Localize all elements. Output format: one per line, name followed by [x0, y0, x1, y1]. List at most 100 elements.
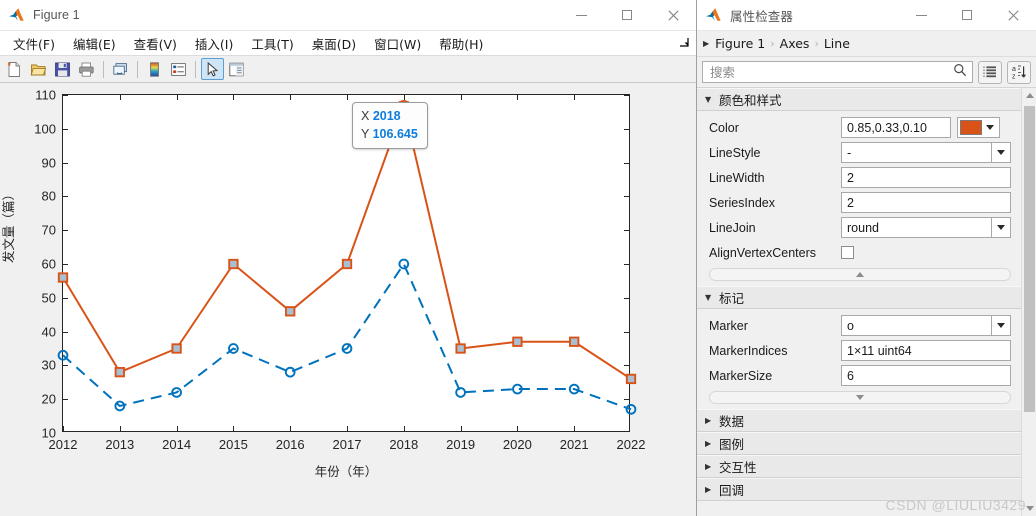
- x-axis-title: 年份（年）: [314, 464, 378, 479]
- menu-view[interactable]: 查看(V): [125, 31, 186, 56]
- figure-maximize-button[interactable]: [604, 0, 650, 31]
- y-tick-label: 60: [41, 256, 56, 272]
- save-figure-icon[interactable]: [51, 58, 74, 80]
- scroll-thumb[interactable]: [1024, 106, 1035, 412]
- print-figure-icon[interactable]: [75, 58, 98, 80]
- plot-axes[interactable]: 110 100 90 80 70 60 50 40 30 20 10 2012 …: [34, 88, 645, 453]
- data-cursor-tooltip[interactable]: X 2018 Y 106.645: [352, 102, 428, 150]
- scroll-up-button[interactable]: [1022, 88, 1036, 103]
- figure-window-controls: [558, 0, 696, 31]
- inspector-close-button[interactable]: [990, 0, 1036, 31]
- chevron-down-icon: [997, 150, 1005, 155]
- section-header-legend[interactable]: ▶ 图例: [697, 432, 1021, 455]
- property-row-linewidth: LineWidth 2: [697, 165, 1021, 190]
- group-by-category-button[interactable]: [978, 60, 1002, 84]
- y-tick-label: 110: [35, 87, 56, 103]
- new-figure-icon[interactable]: [3, 58, 26, 80]
- breadcrumb-item-axes[interactable]: Axes: [780, 36, 810, 51]
- property-label-seriesindex: SeriesIndex: [709, 195, 776, 210]
- y-tick-label: 100: [34, 121, 56, 137]
- expand-markers-section-button[interactable]: [709, 391, 1011, 404]
- menu-file[interactable]: 文件(F): [4, 31, 64, 56]
- inspector-minimize-button[interactable]: [898, 0, 944, 31]
- open-file-icon[interactable]: [27, 58, 50, 80]
- section-header-interactivity[interactable]: ▶ 交互性: [697, 455, 1021, 478]
- marker-dropdown-button[interactable]: [992, 315, 1011, 336]
- color-value-field[interactable]: 0.85,0.33,0.10: [841, 117, 951, 138]
- y-tick-label: 40: [41, 324, 56, 340]
- chevron-down-icon: ▼: [705, 95, 712, 104]
- figure-menubar: 文件(F) 编辑(E) 查看(V) 插入(I) 工具(T) 桌面(D) 窗口(W…: [0, 31, 696, 56]
- scroll-down-button[interactable]: [1022, 501, 1036, 516]
- property-row-seriesindex: SeriesIndex 2: [697, 190, 1021, 215]
- collapse-colors-section-button[interactable]: [709, 268, 1011, 281]
- insert-colorbar-icon[interactable]: [143, 58, 166, 80]
- x-tick-label: 2012: [48, 437, 78, 452]
- data-cursor-icon[interactable]: [201, 58, 224, 80]
- section-header-colors-and-styling[interactable]: ▼ 颜色和样式: [697, 88, 1021, 111]
- breadcrumb-item-figure[interactable]: Figure 1: [715, 36, 765, 51]
- inspector-vertical-scrollbar[interactable]: [1021, 88, 1036, 516]
- search-input[interactable]: [708, 63, 953, 81]
- y-tick-label: 80: [41, 188, 56, 204]
- property-inspector-icon[interactable]: [225, 58, 248, 80]
- figure-minimize-button[interactable]: [558, 0, 604, 31]
- menu-window[interactable]: 窗口(W): [365, 31, 430, 56]
- color-picker-button[interactable]: [957, 117, 1000, 138]
- a-z-sort-icon: a z: [1012, 65, 1026, 80]
- section-header-data[interactable]: ▶ 数据: [697, 409, 1021, 432]
- figure-close-button[interactable]: [650, 0, 696, 31]
- list-group-icon: [983, 66, 996, 78]
- marker-value-field[interactable]: o: [841, 315, 992, 336]
- series-marker: [284, 366, 296, 378]
- section-title: 图例: [719, 437, 745, 452]
- y-tick-label: 70: [41, 222, 56, 238]
- series-marker: [57, 272, 69, 283]
- breadcrumb-expand-icon[interactable]: ▶: [703, 39, 709, 48]
- chevron-down-icon: [997, 323, 1005, 328]
- alignvertexcenters-checkbox[interactable]: [841, 246, 854, 259]
- linejoin-dropdown-button[interactable]: [992, 217, 1011, 238]
- x-tick-label: 2018: [389, 437, 419, 452]
- inspector-maximize-button[interactable]: [944, 0, 990, 31]
- x-tick-label: 2015: [218, 437, 248, 452]
- chevron-right-icon: ▶: [705, 416, 712, 425]
- figure-title: Figure 1: [33, 8, 80, 22]
- breadcrumb: ▶ Figure 1 › Axes › Line: [697, 31, 1036, 57]
- search-box[interactable]: [702, 61, 973, 83]
- figure-canvas[interactable]: 发文量（篇） 110 100 90 80 70 60 50 40 30 20 1…: [0, 83, 696, 516]
- y-tick-label: 50: [41, 290, 56, 306]
- section-title: 回调: [719, 483, 745, 498]
- menu-tools[interactable]: 工具(T): [242, 31, 302, 56]
- undock-arrow-icon[interactable]: [678, 37, 689, 48]
- property-label-linestyle: LineStyle: [709, 145, 761, 160]
- inspector-window-controls: [898, 0, 1036, 31]
- linestyle-value-field[interactable]: -: [841, 142, 992, 163]
- property-row-marker: Marker o: [697, 313, 1021, 338]
- linestyle-dropdown-button[interactable]: [992, 142, 1011, 163]
- sort-alphabetically-button[interactable]: a z: [1007, 60, 1031, 84]
- menu-insert[interactable]: 插入(I): [186, 31, 242, 56]
- linejoin-value-field[interactable]: round: [841, 217, 992, 238]
- markersize-value-field[interactable]: 6: [841, 365, 1011, 386]
- application-root: Figure 1 文件(F) 编辑(E) 查看(V) 插入(I) 工具(T) 桌…: [0, 0, 1036, 516]
- menu-edit[interactable]: 编辑(E): [64, 31, 125, 56]
- markerindices-value-field[interactable]: 1×11 uint64: [841, 340, 1011, 361]
- linewidth-value-field[interactable]: 2: [841, 167, 1011, 188]
- link-plot-icon[interactable]: [109, 58, 132, 80]
- breadcrumb-item-line[interactable]: Line: [824, 36, 850, 51]
- menu-desktop[interactable]: 桌面(D): [303, 31, 365, 56]
- series-marker: [228, 258, 239, 270]
- menu-help[interactable]: 帮助(H): [430, 31, 492, 56]
- section-title: 标记: [719, 291, 745, 306]
- property-row-color: Color 0.85,0.33,0.10: [697, 115, 1021, 140]
- section-header-markers[interactable]: ▼ 标记: [697, 286, 1021, 309]
- plot-series-layer: [57, 100, 637, 415]
- inspector-titlebar: 属性检查器: [697, 0, 1036, 31]
- section-header-callbacks[interactable]: ▶ 回调: [697, 478, 1021, 501]
- insert-legend-icon[interactable]: [167, 58, 190, 80]
- property-label-markersize: MarkerSize: [709, 368, 773, 383]
- inspector-title: 属性检查器: [730, 8, 794, 24]
- figure-window: Figure 1 文件(F) 编辑(E) 查看(V) 插入(I) 工具(T) 桌…: [0, 0, 697, 516]
- seriesindex-value-field[interactable]: 2: [841, 192, 1011, 213]
